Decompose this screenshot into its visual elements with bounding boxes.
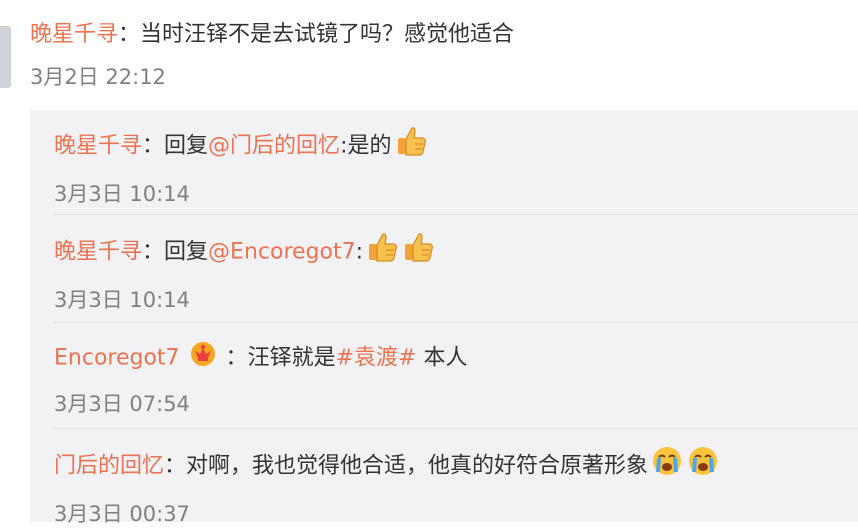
mention-link[interactable]: @Encoregot7 <box>208 240 356 265</box>
reply-list: 晚星千寻：回复@门后的回忆:是的 3月3日 10:14 晚星千寻：回复@Enco… <box>30 110 858 526</box>
main-comment: 晚星千寻：当时汪铎不是去试镜了吗？感觉他适合 3月2日 22:12 <box>30 18 850 92</box>
reply-line: 晚星千寻：回复@门后的回忆:是的 <box>54 124 854 169</box>
reply-line: 门后的回忆：对啊，我也觉得他合适，他真的好符合原著形象 <box>54 444 854 489</box>
reply-time: 3月3日 00:37 <box>54 502 190 526</box>
mention-link[interactable]: @门后的回忆 <box>208 134 340 159</box>
reply-text: 是的 <box>347 133 392 159</box>
thumbs-up-icon <box>365 230 399 275</box>
reply-text: 汪铎就是 <box>247 345 336 371</box>
colon: : <box>355 239 364 265</box>
separator: ： <box>164 453 187 479</box>
separator: ： <box>142 133 165 159</box>
username-link[interactable]: 晚星千寻 <box>30 22 118 47</box>
reply-prefix: 回复 <box>164 133 209 159</box>
comment-time: 3月2日 22:12 <box>30 65 166 89</box>
separator: ： <box>118 22 141 47</box>
topic-link[interactable]: #袁渡# <box>336 346 417 371</box>
thumbs-up-icon <box>401 230 435 275</box>
list-item: Encoregot7 ：汪铎就是#袁渡# 本人 3月3日 07:54 <box>54 338 854 419</box>
username-link[interactable]: 门后的回忆 <box>54 454 164 479</box>
comment-text: 当时汪铎不是去试镜了吗？感觉他适合 <box>140 22 515 47</box>
reply-text: 对啊，我也觉得他合适，他真的好符合原著形象 <box>186 453 649 479</box>
reply-time: 3月3日 10:14 <box>54 288 190 312</box>
reply-line: Encoregot7 ：汪铎就是#袁渡# 本人 <box>54 338 854 379</box>
separator: ： <box>225 345 248 371</box>
list-item: 晚星千寻：回复@门后的回忆:是的 3月3日 10:14 <box>54 124 854 209</box>
reply-line: 晚星千寻：回复@Encoregot7: <box>54 230 854 275</box>
avatar[interactable] <box>0 26 11 88</box>
list-item: 门后的回忆：对啊，我也觉得他合适，他真的好符合原著形象 3月3日 00:37 <box>54 444 854 529</box>
thumbs-up-icon <box>394 124 428 169</box>
crying-face-icon <box>686 444 720 489</box>
reply-text-suffix: 本人 <box>416 345 468 371</box>
crown-badge-icon[interactable] <box>188 338 218 379</box>
list-item: 晚星千寻：回复@Encoregot7: 3月3日 10:14 <box>54 230 854 315</box>
divider <box>54 322 858 323</box>
username-link[interactable]: Encoregot7 <box>54 346 180 371</box>
username-link[interactable]: 晚星千寻 <box>54 134 142 159</box>
reply-time: 3月3日 07:54 <box>54 392 190 416</box>
separator: ： <box>142 239 165 265</box>
username-link[interactable]: 晚星千寻 <box>54 240 142 265</box>
comment-line: 晚星千寻：当时汪铎不是去试镜了吗？感觉他适合 <box>30 18 850 52</box>
divider <box>54 214 858 215</box>
divider <box>54 428 858 429</box>
reply-time: 3月3日 10:14 <box>54 182 190 206</box>
crying-face-icon <box>650 444 684 489</box>
reply-prefix: 回复 <box>164 239 209 265</box>
